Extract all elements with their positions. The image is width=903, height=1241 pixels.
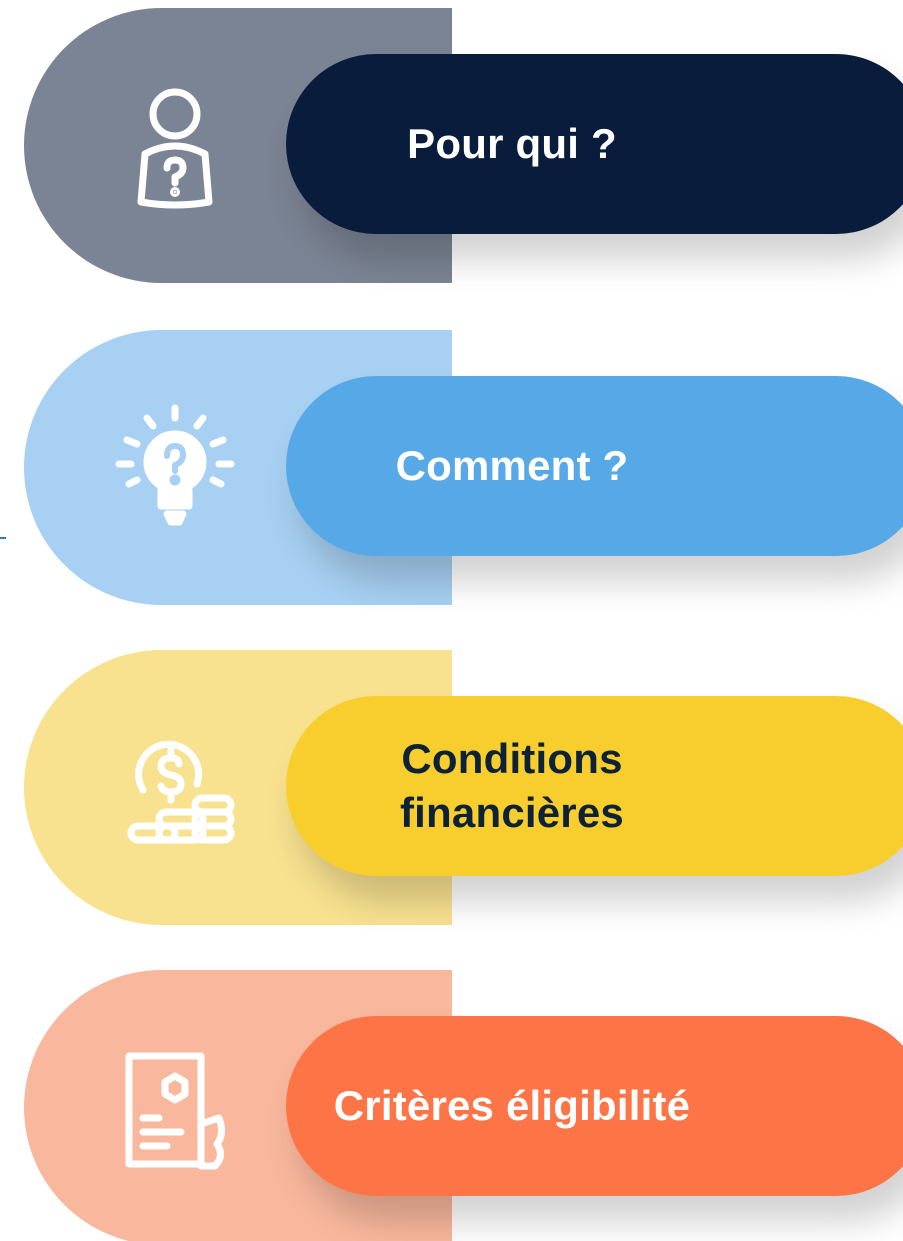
conditions-financieres-label: Conditions financières — [400, 735, 624, 836]
pour-qui-label: Pour qui ? — [407, 120, 617, 167]
criteres-eligibilite-button[interactable]: Critères éligibilité — [286, 1016, 903, 1196]
card-criteres-eligibilite: Critères éligibilité — [0, 970, 903, 1241]
lightbulb-question-icon — [105, 398, 245, 538]
conditions-financieres-button[interactable]: Conditions financières — [286, 696, 903, 876]
document-criteria-icon — [105, 1038, 245, 1178]
card-conditions-financieres: Conditions financières — [0, 650, 903, 925]
comment-button[interactable]: Comment ? — [286, 376, 903, 556]
comment-label: Comment ? — [395, 442, 629, 489]
person-question-icon — [105, 76, 245, 216]
eligibility-infographic: Pour qui ? Comment ? Conditions financiè… — [0, 0, 903, 1241]
pour-qui-button[interactable]: Pour qui ? — [286, 54, 903, 234]
coins-dollar-icon — [105, 718, 245, 858]
criteres-eligibilite-label: Critères éligibilité — [333, 1082, 691, 1129]
card-comment: Comment ? — [0, 330, 903, 605]
card-pour-qui: Pour qui ? — [0, 8, 903, 283]
